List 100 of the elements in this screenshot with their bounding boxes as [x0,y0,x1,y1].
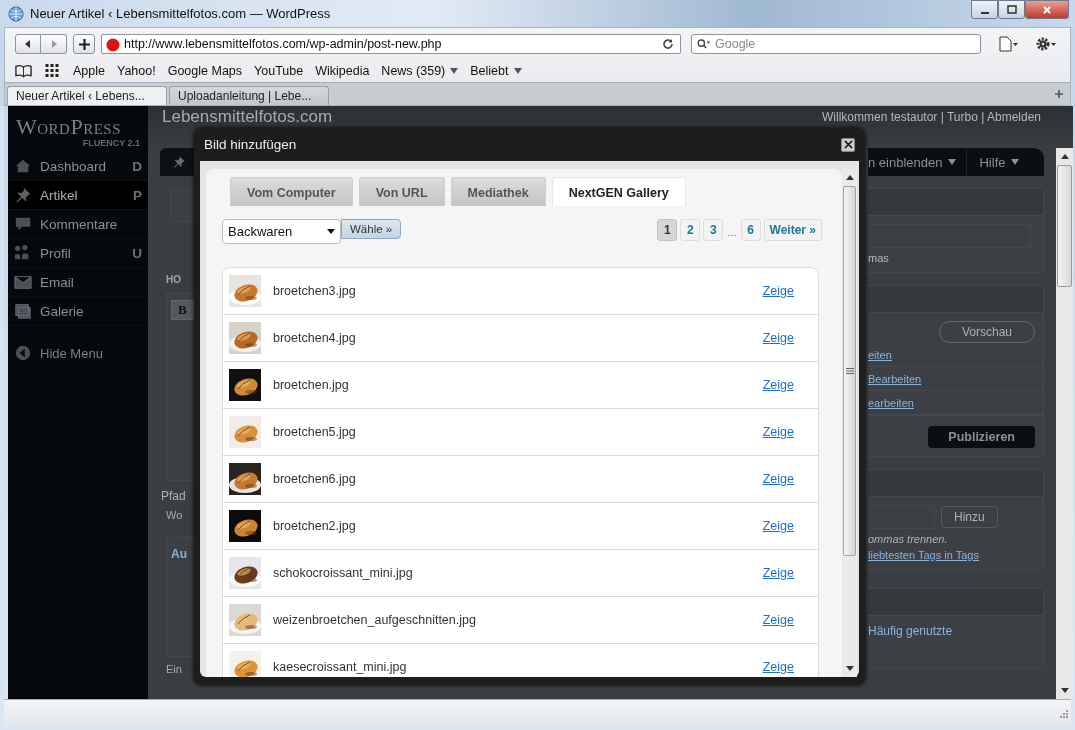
bold-button[interactable]: B [171,300,194,320]
bookmark-link[interactable]: Google Maps [167,64,243,78]
scroll-up-icon[interactable] [845,175,854,180]
path-label: Pfad [161,489,187,503]
edit-link[interactable]: Bearbeiten [868,373,922,385]
text-field[interactable] [868,224,1031,248]
bookmark-link[interactable]: YouTube [254,64,304,78]
grid-icon[interactable] [44,64,61,78]
close-icon [843,140,853,149]
house-icon [14,157,32,175]
hide-menu-link[interactable]: Hide Menu [8,344,148,362]
sidebar-item[interactable]: Kommentare [8,210,148,239]
show-link[interactable]: Zeige [762,472,794,486]
dialog-tab[interactable]: NextGEN Gallery [551,177,686,206]
category-tab[interactable]: Häufig genutzte [868,624,1043,638]
bookmark-link[interactable]: News (359) [381,64,459,78]
sidebar-item[interactable]: Artikel P [8,181,148,210]
minimize-icon [980,11,989,14]
show-link[interactable]: Zeige [762,284,794,298]
new-tab-icon[interactable] [1054,89,1064,99]
maximize-button[interactable] [998,0,1025,19]
bookmark-link[interactable]: Wikipedia [315,64,370,78]
show-link[interactable]: Zeige [762,425,794,439]
dialog-title: Bild hinzufügen [204,137,297,152]
minimize-button[interactable] [971,0,998,19]
scroll-up-icon[interactable] [1060,154,1069,159]
address-field[interactable]: http://www.lebensmittelfotos.com/wp-admin/post-new.php [101,34,681,54]
choose-button[interactable]: Wähle » [341,219,402,239]
shortcut-key: U [132,245,142,261]
page-button[interactable]: 1 [657,219,678,241]
help-tab[interactable]: Hilfe [966,148,1030,176]
reload-icon[interactable] [662,38,674,50]
dialog-tab[interactable]: Vom Computer [230,177,353,206]
dialog-tab[interactable]: Mediathek [450,177,546,206]
browser-tab[interactable]: Uploadanleitung | Lebe... [169,86,329,105]
scrollbar[interactable] [1056,148,1073,699]
tags-link[interactable]: liebtesten Tags in Tags [868,549,979,561]
window-title: Neuer Artikel ‹ Lebensmittelfotos.com — WordPress [30,6,331,21]
gallery-dropdown[interactable]: Backwaren [222,219,341,244]
grip-icon [845,368,854,374]
bookmark-link[interactable]: Yahoo! [117,64,156,78]
file-name: broetchen2.jpg [273,519,357,533]
back-button[interactable] [15,34,41,54]
gallery-icon [14,302,32,320]
pin-icon [14,186,32,204]
tag-field[interactable] [868,505,935,529]
section-heading: HO [166,274,182,285]
file-name: broetchen4.jpg [273,331,357,345]
page-button[interactable]: 2 [680,219,701,241]
resize-grip-icon[interactable] [1058,708,1068,718]
scroll-thumb[interactable] [843,186,856,556]
dialog-tab[interactable]: Von URL [358,177,445,206]
browser-tab[interactable]: Neuer Artikel ‹ Lebens... [7,86,167,105]
page-button[interactable]: Weiter » [763,219,822,241]
page-button[interactable]: 6 [740,219,761,241]
pin-icon [171,155,186,169]
show-link[interactable]: Zeige [762,566,794,580]
book-icon[interactable] [15,64,32,78]
search-field[interactable]: Google [691,34,981,54]
show-link[interactable]: Zeige [762,378,794,392]
page-button[interactable]: 3 [703,219,724,241]
scrollbar[interactable] [842,169,857,677]
settings-icon[interactable] [1035,36,1057,52]
add-button[interactable]: Hinzu [941,506,998,528]
bookmark-link[interactable]: Beliebt [470,64,522,78]
show-link[interactable]: Zeige [762,613,794,627]
caret-icon [948,159,957,165]
file-name: broetchen3.jpg [273,284,357,298]
file-name: weizenbroetchen_aufgeschnitten.jpg [273,613,477,627]
publish-button[interactable]: Publizieren [928,426,1035,448]
search-input[interactable]: Google [713,36,980,52]
scroll-thumb[interactable] [1057,165,1072,287]
edit-link[interactable]: eiten [868,349,892,361]
sidebar-item[interactable]: Email [8,268,148,297]
page-menu-icon[interactable] [997,36,1019,52]
bookmark-link[interactable]: Apple [73,64,105,78]
search-icon[interactable] [697,37,711,51]
edit-link[interactable]: earbeiten [868,397,914,409]
file-name: schokocroissant_mini.jpg [273,566,414,580]
scroll-down-icon[interactable] [845,666,854,671]
pagination-ellipsis: ... [727,225,737,238]
show-link[interactable]: Zeige [762,519,794,533]
tomato-icon [105,36,121,52]
show-link[interactable]: Zeige [762,331,794,345]
shortcut-key: D [132,158,142,174]
shortcut-key: P [133,187,142,203]
close-button[interactable] [841,137,855,152]
screen-options-tab[interactable]: n einblenden [868,148,967,176]
panel-title: Au [171,547,187,561]
caret-icon [450,68,459,74]
show-link[interactable]: Zeige [762,660,794,674]
logo-subtitle: FLUENCY 2.1 [81,138,141,148]
add-bookmark-button[interactable] [73,34,95,54]
close-button[interactable] [1025,0,1069,19]
maximize-icon [1006,4,1017,15]
caret-icon [327,229,335,234]
sidebar-item[interactable]: Galerie [8,297,148,326]
site-title: Lebensmittelfotos.com [162,107,333,127]
scroll-down-icon[interactable] [1060,688,1069,693]
file-name: broetchen5.jpg [273,425,357,439]
